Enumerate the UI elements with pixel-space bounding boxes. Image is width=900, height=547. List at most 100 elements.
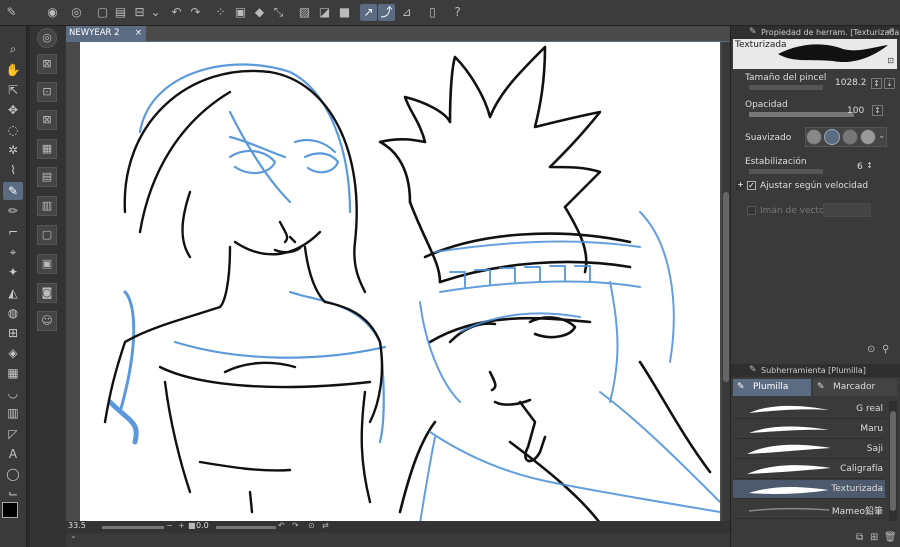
operation-icon[interactable]: ⇱ xyxy=(3,81,23,99)
help-icon[interactable]: ? xyxy=(449,4,466,21)
brush-item[interactable]: Caligrafía xyxy=(733,460,885,479)
figure-icon[interactable]: ◡ xyxy=(3,384,23,402)
open-icon[interactable]: ▤ xyxy=(112,4,129,21)
layer-image-icon[interactable]: ▣ xyxy=(37,254,57,274)
zoom-icon[interactable]: ⌕ xyxy=(3,40,23,58)
zoom-subtool-icon[interactable]: ◎ xyxy=(37,28,57,48)
clear-outside-icon[interactable]: ▣ xyxy=(232,4,249,21)
snap-grid-icon[interactable]: ⊿ xyxy=(398,4,415,21)
opacity-step-icon[interactable]: ↕ xyxy=(872,105,883,116)
layer-raster-icon[interactable]: ▤ xyxy=(37,167,57,187)
app-icon[interactable]: ◉ xyxy=(44,4,61,21)
scroll-thumb[interactable] xyxy=(723,192,729,382)
fill-icon[interactable]: ◈ xyxy=(3,344,23,362)
chevron-up-icon[interactable]: ⌃ xyxy=(70,535,77,544)
zoom-out-icon[interactable]: − xyxy=(166,521,173,530)
copy-subtool-icon[interactable]: ⧉ xyxy=(856,532,863,543)
undo-icon[interactable]: ↶ xyxy=(168,4,185,21)
zoom-value[interactable]: 33.5 xyxy=(68,521,86,530)
tab-plumilla[interactable]: ✎ Plumilla xyxy=(733,379,811,396)
layer-new-icon[interactable]: ⊠ xyxy=(37,54,57,74)
layer-copy-icon[interactable]: ⊡ xyxy=(37,82,57,102)
vector-magnet-selector[interactable] xyxy=(823,203,871,217)
redo-icon[interactable]: ↷ xyxy=(187,4,204,21)
zoom-slider[interactable] xyxy=(102,526,164,529)
rotate-left-icon[interactable]: ↶ xyxy=(278,521,285,530)
color-swatch[interactable] xyxy=(2,502,25,528)
text-icon[interactable]: A xyxy=(3,445,23,463)
layer-screen-icon[interactable]: ▥ xyxy=(37,196,57,216)
stabilization-step-icon[interactable]: ↕ xyxy=(864,161,875,172)
speed-checkbox[interactable]: ✓ xyxy=(747,181,756,190)
smoothing-high-icon[interactable] xyxy=(860,129,876,145)
brush-item[interactable]: Saji xyxy=(733,440,885,459)
close-icon[interactable]: × xyxy=(135,26,142,41)
frame-icon[interactable]: ▥ xyxy=(3,404,23,422)
smoothing-mid-icon[interactable] xyxy=(842,129,858,145)
eyedropper-icon[interactable]: ⌇ xyxy=(3,161,23,179)
rotation-value[interactable]: 0.0 xyxy=(196,521,209,530)
pen-icon[interactable]: ✎ xyxy=(3,182,23,200)
scroll-thumb[interactable] xyxy=(890,411,896,511)
brush-item[interactable]: Mameo鉛筆 xyxy=(733,500,885,519)
lock-icon[interactable]: ⊡ xyxy=(887,56,894,65)
opacity-slider[interactable] xyxy=(749,112,854,117)
clear-icon[interactable]: ⁘ xyxy=(212,4,229,21)
lasso-icon[interactable]: ◌ xyxy=(3,121,23,139)
airbrush-icon[interactable]: ⌖ xyxy=(3,243,23,261)
companion-icon[interactable]: ▯ xyxy=(424,4,441,21)
grid-tool-icon[interactable]: ⊞ xyxy=(3,324,23,342)
save-icon[interactable]: ⊟ xyxy=(131,4,148,21)
wrench-icon[interactable]: ✐ xyxy=(887,27,895,37)
brush-item-selected[interactable]: Texturizada xyxy=(733,480,885,499)
decoration-icon[interactable]: ✦ xyxy=(3,263,23,281)
fit-icon[interactable]: ■ xyxy=(188,521,196,530)
pen-small-icon[interactable]: ✎ xyxy=(3,4,20,21)
ruler-icon[interactable]: ◸ xyxy=(3,425,23,443)
layer-camera-icon[interactable]: ◙ xyxy=(37,283,57,303)
rotation-slider[interactable] xyxy=(216,526,276,529)
new-subtool-icon[interactable]: ⊞ xyxy=(870,532,878,543)
eraser-icon[interactable]: ◭ xyxy=(3,284,23,302)
tab-marcador[interactable]: ✎ Marcador xyxy=(813,379,897,396)
smoothing-low-icon[interactable] xyxy=(824,129,840,145)
wrench-settings-icon[interactable]: ⚲ xyxy=(882,344,889,355)
subtool-scrollbar[interactable] xyxy=(889,401,897,521)
balloon-icon[interactable]: ◯ xyxy=(3,465,23,483)
vector-magnet-checkbox[interactable] xyxy=(747,206,756,215)
brush-icon[interactable]: ⌐ xyxy=(3,223,23,241)
chevron-down-icon[interactable]: ⌄ xyxy=(878,131,886,141)
hand-icon[interactable]: ✋ xyxy=(3,61,23,79)
correction-icon[interactable]: ⌙ xyxy=(3,484,23,502)
magic-wand-icon[interactable]: ✲ xyxy=(3,141,23,159)
document-tab[interactable]: NEWYEAR 2 × xyxy=(66,26,146,41)
blend-icon[interactable]: ◍ xyxy=(3,304,23,322)
brush-item[interactable]: Maru xyxy=(733,420,885,439)
stabilization-value[interactable]: 6 xyxy=(857,162,863,172)
reset-rotation-icon[interactable]: ⊙ xyxy=(308,521,315,530)
pencil-icon[interactable]: ✏ xyxy=(3,202,23,220)
delete-subtool-icon[interactable]: 🗑 xyxy=(884,532,897,543)
transform-icon[interactable]: ⤡ xyxy=(270,4,287,21)
chevron-down-icon[interactable]: ⌄ xyxy=(147,4,164,21)
deselect-icon[interactable]: ▨ xyxy=(296,4,313,21)
show-selection-icon[interactable]: ■ xyxy=(336,4,353,21)
brush-size-slider[interactable] xyxy=(749,85,823,90)
stabilization-slider[interactable] xyxy=(749,169,823,174)
smoothing-none-icon[interactable] xyxy=(806,129,822,145)
layer-pattern-icon[interactable]: ▦ xyxy=(37,139,57,159)
pressure-icon[interactable]: ⇣ xyxy=(884,78,895,89)
fill-icon[interactable]: ◆ xyxy=(251,4,268,21)
gradient-icon[interactable]: ▦ xyxy=(3,364,23,382)
rotate-right-icon[interactable]: ↷ xyxy=(292,521,299,530)
foreground-color[interactable] xyxy=(2,502,18,518)
move-layer-icon[interactable]: ✥ xyxy=(3,101,23,119)
new-icon[interactable]: ▢ xyxy=(94,4,111,21)
settings-icon[interactable]: ⊙ xyxy=(867,344,875,355)
size-step-icon[interactable]: ↕ xyxy=(871,78,882,89)
opacity-value[interactable]: 100 xyxy=(847,106,864,116)
layer-frame-icon[interactable]: ▢ xyxy=(37,225,57,245)
layer-3d-icon[interactable]: ☺ xyxy=(37,311,57,331)
expand-icon[interactable]: + xyxy=(736,181,745,190)
brush-item[interactable]: G real xyxy=(733,400,885,419)
